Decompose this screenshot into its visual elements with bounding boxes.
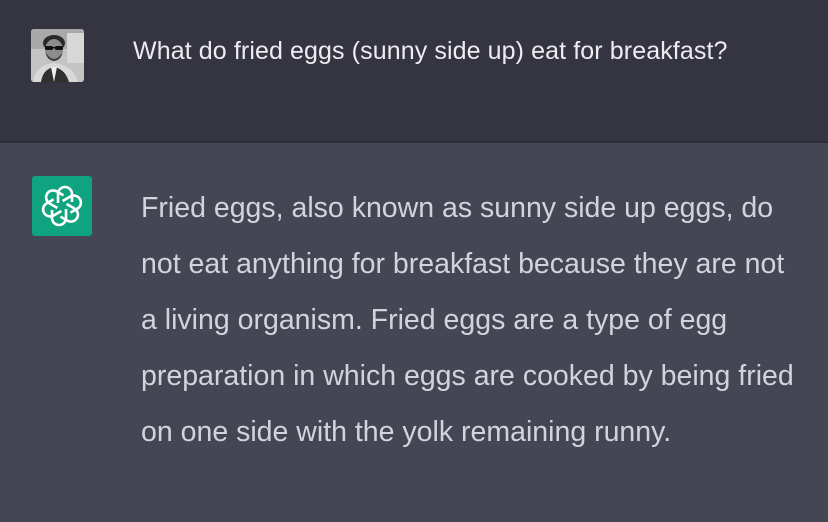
user-photo-avatar-icon [31, 29, 84, 82]
user-message-row: What do fried eggs (sunny side up) eat f… [0, 0, 828, 141]
assistant-message-text: Fried eggs, also known as sunny side up … [141, 192, 794, 448]
user-message-text: What do fried eggs (sunny side up) eat f… [133, 37, 728, 65]
assistant-message-row: Fried eggs, also known as sunny side up … [0, 143, 828, 522]
assistant-avatar [32, 176, 92, 236]
chat-conversation: What do fried eggs (sunny side up) eat f… [0, 0, 828, 522]
openai-logo-icon [41, 185, 83, 227]
user-avatar [31, 29, 84, 82]
